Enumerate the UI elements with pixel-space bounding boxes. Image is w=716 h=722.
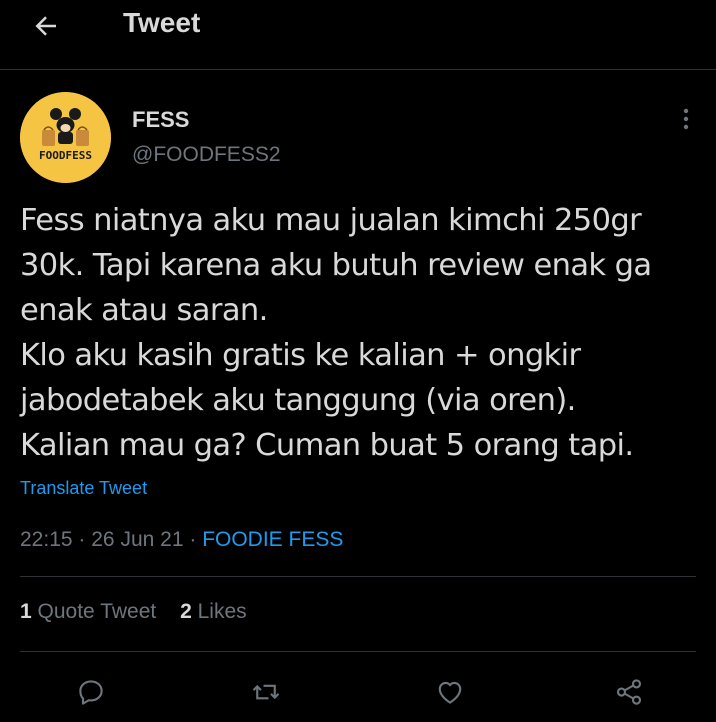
like-icon [438, 681, 462, 704]
separator: · [189, 528, 197, 551]
tweet-text: Fess niatnya aku mau jualan kimchi 250gr… [20, 203, 652, 463]
like-button[interactable] [430, 672, 470, 712]
top-bar: Tweet [0, 0, 716, 70]
avatar-logo-text: FOODFESS [39, 149, 92, 162]
tweet-metadata: 22:15 · 26 Jun 21 · FOODIE FESS [20, 528, 343, 552]
quote-tweets-stat[interactable]: 1 Quote Tweet [20, 600, 162, 623]
avatar[interactable]: FOODFESS [20, 92, 111, 183]
more-options-button[interactable] [672, 104, 700, 134]
page-title: Tweet [123, 7, 201, 38]
author-name[interactable]: FESS [132, 107, 189, 133]
back-button[interactable] [26, 6, 66, 46]
retweet-icon [252, 684, 280, 700]
reply-button[interactable] [71, 672, 111, 712]
like-label: Likes [197, 600, 247, 623]
reply-icon [79, 680, 103, 705]
like-count: 2 [180, 600, 192, 623]
foodfess-logo: FOODFESS [20, 92, 111, 183]
tweet-date[interactable]: 26 Jun 21 [91, 528, 183, 551]
author-handle[interactable]: @FOODFESS2 [132, 143, 281, 167]
likes-stat[interactable]: 2 Likes [180, 600, 247, 623]
tweet-stats: 1 Quote Tweet 2 Likes [20, 600, 265, 624]
retweet-button[interactable] [246, 672, 286, 712]
arrow-left-icon [35, 16, 56, 36]
quote-count: 1 [20, 600, 32, 623]
more-vertical-icon [683, 108, 689, 130]
share-button[interactable] [609, 672, 649, 712]
divider [20, 576, 696, 577]
tweet-time[interactable]: 22:15 [20, 528, 73, 551]
divider [20, 651, 696, 652]
tweet-source-link[interactable]: FOODIE FESS [202, 528, 343, 551]
share-icon [616, 679, 642, 705]
translate-tweet-link[interactable]: Translate Tweet [20, 478, 147, 499]
separator: · [78, 528, 86, 551]
quote-label: Quote Tweet [37, 600, 157, 623]
